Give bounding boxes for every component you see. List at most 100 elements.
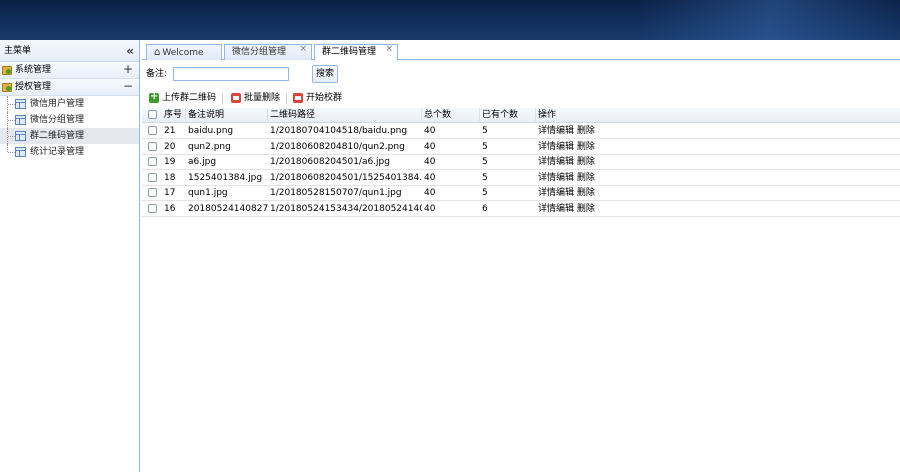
cell-id: 21 [164, 126, 176, 136]
section-label: 系统管理 [15, 65, 52, 75]
cell-total: 40 [424, 188, 436, 199]
cell-note: qun1.jpg [188, 188, 228, 199]
main-panel: ⌂Welcome 微信分组管理 × 群二维码管理 × 备注: 搜索 上传群二维码… [142, 40, 900, 472]
table-icon [15, 115, 26, 125]
cell-id: 17 [164, 188, 176, 199]
table-row[interactable]: 18 1525401384.jpg 1/20180608204501/1525401… [142, 171, 900, 186]
table-row[interactable]: 16 20180524140827.jpg1/20180524153434/201… [142, 202, 900, 217]
add-icon [149, 89, 159, 105]
cell-ops[interactable]: 详情编辑 删除 [536, 124, 900, 139]
column-header-total[interactable]: 总个数 [422, 108, 480, 123]
sidebar-item-wechat-groups[interactable]: 微信分组管理 [0, 112, 139, 128]
cell-have: 5 [482, 141, 488, 152]
upload-qr-button[interactable]: 上传群二维码 [146, 89, 217, 106]
table-icon [15, 99, 26, 109]
column-header-have[interactable]: 已有个数 [480, 108, 536, 123]
cell-path: 1/20180528150707/qun1.jpg [270, 188, 402, 199]
close-icon[interactable]: × [299, 42, 307, 57]
cell-total: 40 [424, 157, 436, 168]
section-system-management[interactable]: 系统管理 + [0, 62, 139, 79]
cell-note: qun2.png [188, 141, 231, 152]
start-check-label: 开始校群 [306, 93, 343, 103]
tab-label: 群二维码管理 [322, 47, 377, 57]
cell-id: 18 [164, 172, 176, 183]
cell-note: 1525401384.jpg [188, 172, 263, 183]
cell-id: 20 [164, 141, 176, 152]
section-label: 授权管理 [15, 82, 52, 92]
cell-have: 5 [482, 157, 488, 168]
table-row[interactable]: 17 qun1.jpg 1/20180528150707/qun1.jpg 40 5 详情… [142, 186, 900, 202]
tab-bar: ⌂ Welcome 微信分组管理 × 群二维码管理 × [142, 44, 900, 61]
toolbar-separator [222, 93, 223, 104]
cell-path: 1/20180704104518/baidu.png [270, 126, 408, 136]
expand-icon[interactable]: + [123, 61, 133, 78]
table-row[interactable]: 19 a6.jpg 1/20180608204501/a6.jpg 40 5 详情编辑 删… [142, 155, 900, 171]
search-label: 备注: [146, 69, 168, 79]
column-header-id[interactable]: 序号 [162, 108, 186, 123]
cell-have: 6 [482, 204, 488, 214]
sidebar-item-wechat-users[interactable]: 微信用户管理 [0, 96, 139, 112]
cell-ops[interactable]: 详情编辑 删除 [536, 155, 900, 170]
cell-id: 19 [164, 157, 176, 168]
folder-icon [2, 83, 12, 92]
table-row[interactable]: 21 baidu.png 1/20180704104518/baidu.png 40 5… [142, 124, 900, 139]
upload-qr-label: 上传群二维码 [162, 93, 217, 103]
collapse-icon[interactable]: − [123, 78, 133, 95]
tab-qr-codes[interactable]: 群二维码管理 × [314, 44, 398, 61]
cell-ops[interactable]: 详情编辑 删除 [536, 202, 900, 217]
section-authorization-management[interactable]: 授权管理 − [0, 79, 139, 96]
batch-delete-button[interactable]: 批量删除 [228, 90, 280, 106]
select-all-checkbox[interactable] [148, 110, 157, 119]
cell-total: 40 [424, 126, 436, 136]
sidebar-header: 主菜单 « [0, 40, 139, 62]
row-checkbox[interactable] [148, 126, 157, 135]
check-icon [293, 93, 303, 103]
remark-search-input[interactable] [173, 67, 289, 81]
top-banner [0, 0, 900, 40]
search-button[interactable]: 搜索 [312, 65, 338, 83]
folder-icon [2, 66, 12, 75]
row-checkbox[interactable] [148, 204, 157, 213]
tree-branch [8, 104, 15, 105]
cell-total: 40 [424, 141, 436, 152]
cell-note: 20180524140827.jpg [188, 204, 268, 214]
sidebar-item-statistics[interactable]: 统计记录管理 [0, 144, 139, 160]
close-icon[interactable]: × [385, 42, 393, 57]
cell-path: 1/20180608204810/qun2.png [270, 141, 405, 152]
tab-welcome[interactable]: ⌂ Welcome [146, 44, 222, 60]
column-header-actions[interactable]: 操作 [536, 108, 900, 123]
cell-note: a6.jpg [188, 157, 217, 168]
tab-label: 微信分组管理 [232, 47, 287, 57]
delete-icon [231, 93, 241, 103]
tree-branch [8, 136, 15, 137]
tab-label: Welcome [162, 48, 204, 58]
tree-branch [8, 152, 15, 153]
table-row[interactable]: 20 qun2.png 1/20180608204810/qun2.png 40 5 详情… [142, 140, 900, 155]
row-checkbox[interactable] [148, 157, 157, 167]
tree-branch [8, 120, 15, 121]
sidebar-item-qr-codes[interactable]: 群二维码管理 [0, 128, 139, 144]
banner-glow [640, 0, 900, 40]
cell-total: 40 [424, 172, 436, 183]
tab-wechat-groups[interactable]: 微信分组管理 × [224, 44, 312, 60]
sidebar-item-label: 群二维码管理 [30, 131, 85, 141]
row-checkbox[interactable] [148, 188, 157, 198]
cell-ops[interactable]: 详情编辑 删除 [536, 186, 900, 201]
cell-have: 5 [482, 172, 488, 183]
cell-total: 40 [424, 204, 436, 214]
batch-delete-label: 批量删除 [244, 93, 281, 103]
sidebar-item-label: 统计记录管理 [30, 147, 85, 157]
column-header-path[interactable]: 二维码路径 [268, 108, 422, 123]
sidebar-item-label: 微信用户管理 [30, 99, 85, 109]
cell-have: 5 [482, 126, 488, 136]
start-check-button[interactable]: 开始校群 [290, 90, 342, 106]
home-icon: ⌂ [154, 47, 161, 58]
collapse-sidebar-icon[interactable]: « [126, 40, 134, 62]
column-header-note[interactable]: 备注说明 [186, 108, 268, 123]
row-checkbox[interactable] [148, 141, 157, 151]
cell-ops[interactable]: 详情编辑 删除 [536, 140, 900, 155]
sidebar: 主菜单 « 系统管理 + 授权管理 − 微信用户管理 微信分组管理 群二维码管理… [0, 40, 140, 472]
tree-line [7, 144, 8, 152]
cell-ops[interactable]: 详情编辑 删除 [536, 171, 900, 186]
row-checkbox[interactable] [148, 172, 157, 182]
